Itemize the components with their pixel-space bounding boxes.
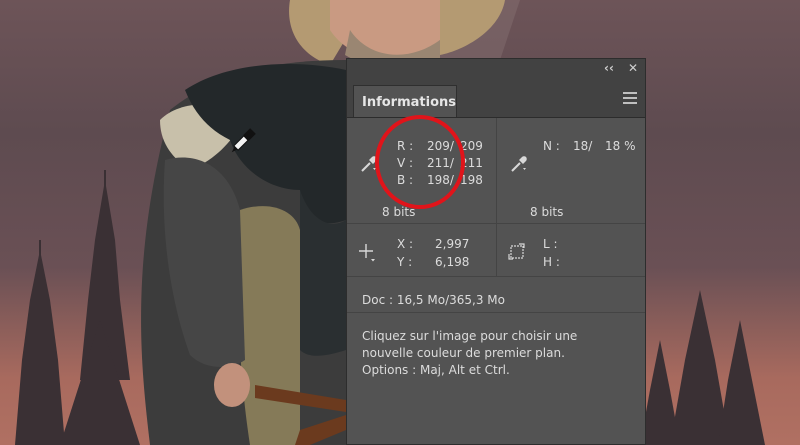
highlight-circle [375, 115, 465, 209]
